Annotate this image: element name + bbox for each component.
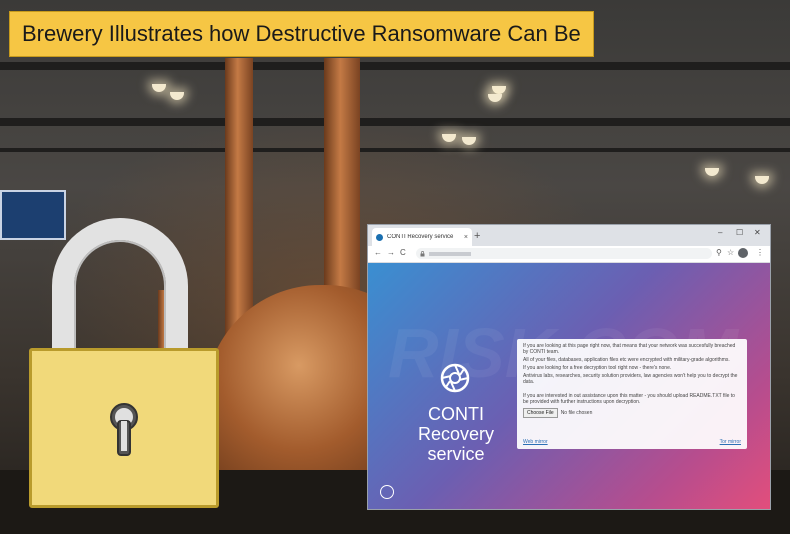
- brand-line-1: CONTI: [428, 404, 484, 424]
- favicon-icon: [376, 233, 383, 241]
- tor-mirror-link[interactable]: Tor mirror: [720, 439, 741, 445]
- menu-icon[interactable]: ⋮: [756, 248, 764, 257]
- file-upload: Choose File No file chosen: [523, 408, 741, 418]
- forward-button[interactable]: →: [387, 248, 395, 257]
- browser-toolbar: ← → C ⚲ ☆ ⋮: [368, 246, 770, 263]
- web-mirror-link[interactable]: Web mirror: [523, 439, 548, 445]
- ceiling-light: [170, 92, 184, 100]
- ceiling-beam: [0, 118, 790, 126]
- ceiling-beam: [0, 62, 790, 70]
- ceiling-light: [442, 134, 456, 142]
- note-paragraph: Antivirus labs, researches, security sol…: [523, 373, 738, 385]
- aperture-logo-icon: [440, 363, 470, 393]
- back-button[interactable]: ←: [374, 248, 382, 257]
- ceiling-light: [755, 176, 769, 184]
- ceiling-light: [488, 94, 502, 102]
- page-content: RISK.COM CONTI Recovery service If you a…: [368, 263, 770, 509]
- bookmark-star-icon[interactable]: ☆: [727, 248, 734, 257]
- zoom-icon[interactable]: ⚲: [716, 248, 722, 257]
- ceiling-light: [152, 84, 166, 92]
- no-file-text: No file chosen: [560, 410, 593, 416]
- profile-avatar-icon[interactable]: [738, 248, 748, 258]
- wall-sign: [0, 190, 66, 240]
- copper-pipe: [324, 58, 360, 298]
- tab-close-icon[interactable]: ×: [464, 234, 468, 241]
- tab-title: CONTI Recovery service: [387, 234, 454, 240]
- chat-icon[interactable]: [380, 485, 394, 499]
- banner-title: Brewery Illustrates how Destructive Rans…: [22, 21, 581, 46]
- keyhole-icon: [110, 403, 138, 456]
- mirror-links: Web mirror Tor mirror: [523, 439, 741, 445]
- tab-conti-recovery[interactable]: CONTI Recovery service ×: [372, 228, 472, 246]
- note-paragraph: If you are interested in out assistance …: [523, 393, 735, 405]
- url-text: [429, 251, 471, 256]
- browser-window: CONTI Recovery service × + – ☐ ✕ ← → C ⚲…: [367, 224, 771, 510]
- ceiling-light: [462, 137, 476, 145]
- new-tab-button[interactable]: +: [474, 229, 480, 243]
- note-paragraph: If you are looking at this page right no…: [523, 343, 736, 355]
- close-window-button[interactable]: ✕: [754, 228, 761, 237]
- ceiling-light: [492, 86, 506, 94]
- note-paragraph: All of your files, databases, applicatio…: [523, 357, 730, 363]
- brand-line-2: Recovery: [417, 424, 495, 444]
- brand-line-3: service: [427, 444, 485, 464]
- reload-button[interactable]: C: [400, 248, 406, 257]
- tab-strip: CONTI Recovery service × + – ☐ ✕: [368, 225, 770, 246]
- choose-file-button[interactable]: Choose File: [523, 408, 558, 418]
- ceiling-beam: [0, 148, 790, 152]
- maximize-button[interactable]: ☐: [736, 228, 743, 237]
- minimize-button[interactable]: –: [718, 228, 722, 237]
- title-banner: Brewery Illustrates how Destructive Rans…: [9, 11, 594, 57]
- ceiling-light: [705, 168, 719, 176]
- brand-name: CONTI Recovery service: [398, 404, 514, 464]
- ransom-note-card: If you are looking at this page right no…: [517, 339, 747, 449]
- address-bar[interactable]: [416, 248, 712, 259]
- lock-icon: [420, 250, 425, 256]
- note-paragraph: If you are looking for a free decryption…: [523, 365, 672, 371]
